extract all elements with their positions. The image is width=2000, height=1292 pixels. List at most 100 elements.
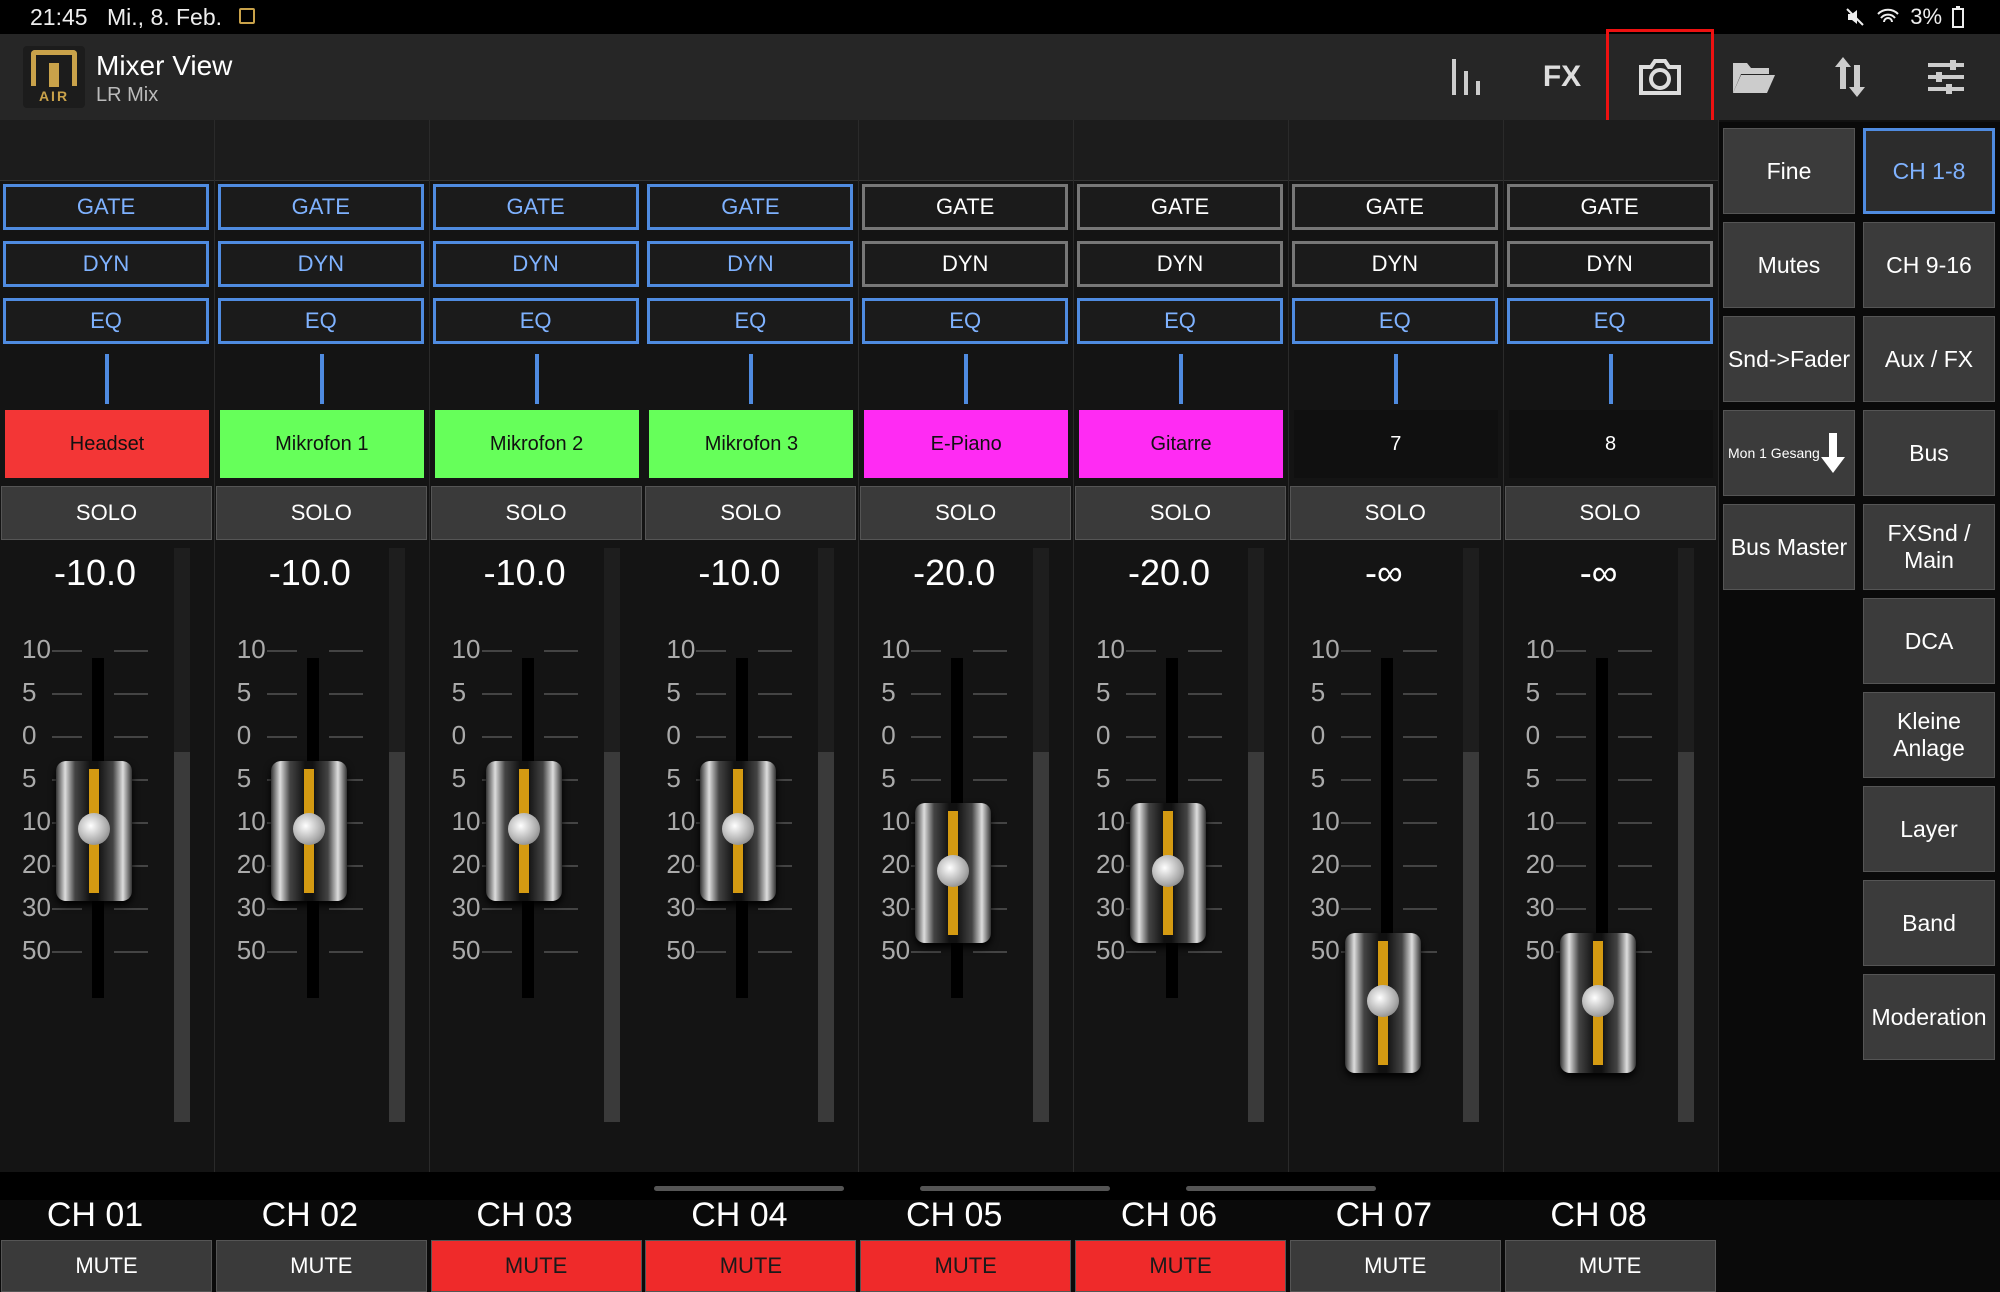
eq-button[interactable]: EQ [1291, 298, 1498, 344]
mute-button[interactable]: MUTE [1075, 1240, 1286, 1292]
pan-indicator[interactable] [105, 354, 109, 404]
solo-button[interactable]: SOLO [860, 486, 1072, 540]
channel-name[interactable]: Mikrofon 3 [649, 410, 854, 478]
dyn-button[interactable]: DYN [647, 241, 854, 287]
fader-knob[interactable] [56, 761, 132, 901]
right-button-mutes[interactable]: Mutes [1723, 222, 1855, 308]
dyn-button[interactable]: DYN [3, 241, 209, 287]
channel-name[interactable]: Mikrofon 1 [219, 410, 424, 478]
channel-name[interactable]: Headset [5, 410, 209, 478]
fader-knob[interactable] [700, 761, 777, 901]
bank-button-aux-fx[interactable]: Aux / FX [1863, 316, 1995, 402]
gate-button[interactable]: GATE [432, 184, 639, 230]
eq-button[interactable]: EQ [1077, 298, 1283, 344]
mute-button[interactable]: MUTE [215, 1240, 427, 1292]
bank-button-moderation[interactable]: Moderation [1863, 974, 1995, 1060]
mute-button[interactable]: MUTE [430, 1240, 642, 1292]
bank-button-layer[interactable]: Layer [1863, 786, 1995, 872]
right-button-fine[interactable]: Fine [1723, 128, 1855, 214]
right-button-mon-1-gesang[interactable]: Mon 1 Gesang [1723, 410, 1855, 496]
gate-button[interactable]: GATE [1506, 184, 1713, 230]
mute-button[interactable]: MUTE [1, 1240, 212, 1292]
bank-button-fxsnd-main[interactable]: FXSnd / Main [1863, 504, 1995, 590]
nav-handle[interactable] [654, 1186, 844, 1191]
scale-tick [1617, 650, 1652, 652]
mute-button[interactable]: MUTE [1504, 1240, 1716, 1292]
dyn-button[interactable]: DYN [217, 241, 424, 287]
pan-indicator[interactable] [319, 354, 324, 404]
solo-button[interactable]: SOLO [1289, 486, 1501, 540]
bank-button-dca[interactable]: DCA [1863, 598, 1995, 684]
fx-button[interactable]: FX [1516, 34, 1608, 120]
eq-button[interactable]: EQ [862, 298, 1069, 344]
pan-indicator[interactable] [749, 354, 754, 404]
bank-button-ch-1-8[interactable]: CH 1-8 [1863, 128, 1995, 214]
fader-scale-label: 0 [881, 720, 896, 750]
channel-name[interactable]: Mikrofon 2 [434, 410, 639, 478]
channel-name[interactable]: Gitarre [1079, 410, 1283, 478]
dyn-button[interactable]: DYN [1291, 241, 1498, 287]
pan-indicator[interactable] [1608, 354, 1613, 404]
solo-button[interactable]: SOLO [1075, 486, 1286, 540]
settings-button[interactable] [1900, 34, 1992, 120]
bank-button-band[interactable]: Band [1863, 880, 1995, 966]
dyn-button[interactable]: DYN [1077, 241, 1283, 287]
fader-knob[interactable] [915, 803, 992, 943]
scale-tick [758, 736, 793, 738]
dyn-button[interactable]: DYN [1506, 241, 1713, 287]
fader-knob[interactable] [270, 761, 347, 901]
scale-tick [1555, 736, 1586, 738]
pan-indicator[interactable] [964, 354, 969, 404]
mute-button[interactable]: MUTE [1289, 1240, 1501, 1292]
meters-button[interactable] [1420, 34, 1512, 120]
fader-knob[interactable] [485, 761, 562, 901]
folder-button[interactable] [1708, 34, 1800, 120]
gate-button[interactable]: GATE [862, 184, 1069, 230]
mute-button[interactable]: MUTE [645, 1240, 857, 1292]
nav-handle[interactable] [920, 1186, 1110, 1191]
nav-handle[interactable] [1186, 1186, 1376, 1191]
eq-button[interactable]: EQ [1506, 298, 1713, 344]
scale-tick [1188, 736, 1222, 738]
gate-button[interactable]: GATE [217, 184, 424, 230]
channel-strip-8: GATE DYN EQ 8 SOLO -∞ 10 5 0 5 10 20 30 50 CH 08 MUTE [1503, 120, 1719, 1292]
pan-indicator[interactable] [534, 354, 539, 404]
app-logo[interactable]: AIR [23, 46, 85, 108]
mute-button[interactable]: MUTE [860, 1240, 1072, 1292]
fader-knob[interactable] [1344, 933, 1421, 1073]
gate-button[interactable]: GATE [3, 184, 209, 230]
fader-scale-label: 5 [1310, 677, 1326, 707]
eq-button[interactable]: EQ [432, 298, 639, 344]
gate-button[interactable]: GATE [647, 184, 854, 230]
snapshot-button[interactable] [1606, 29, 1714, 124]
solo-button[interactable]: SOLO [1504, 486, 1716, 540]
solo-button[interactable]: SOLO [215, 486, 427, 540]
transfer-icon [1835, 57, 1865, 97]
dyn-button[interactable]: DYN [862, 241, 1069, 287]
channel-name[interactable]: 7 [1293, 410, 1498, 478]
solo-button[interactable]: SOLO [1, 486, 212, 540]
bank-button-ch-9-16[interactable]: CH 9-16 [1863, 222, 1995, 308]
scale-tick [1402, 650, 1437, 652]
fader-knob[interactable] [1559, 933, 1636, 1073]
eq-button[interactable]: EQ [217, 298, 424, 344]
transfer-button[interactable] [1804, 34, 1896, 120]
gate-button[interactable]: GATE [1291, 184, 1498, 230]
pan-indicator[interactable] [1393, 354, 1398, 404]
dyn-button[interactable]: DYN [432, 241, 639, 287]
fader-scale-label: 5 [881, 677, 896, 707]
bank-button-kleine-anlage[interactable]: Kleine Anlage [1863, 692, 1995, 778]
solo-button[interactable]: SOLO [430, 486, 642, 540]
right-button-bus-master[interactable]: Bus Master [1723, 504, 1855, 590]
eq-button[interactable]: EQ [647, 298, 854, 344]
bank-button-bus[interactable]: Bus [1863, 410, 1995, 496]
battery-icon [1952, 6, 1964, 28]
right-button-snd-fader[interactable]: Snd->Fader [1723, 316, 1855, 402]
gate-button[interactable]: GATE [1077, 184, 1283, 230]
eq-button[interactable]: EQ [3, 298, 209, 344]
channel-name[interactable]: 8 [1508, 410, 1713, 478]
channel-name[interactable]: E-Piano [864, 410, 1069, 478]
pan-indicator[interactable] [1179, 354, 1183, 404]
fader-knob[interactable] [1130, 803, 1206, 943]
solo-button[interactable]: SOLO [645, 486, 857, 540]
